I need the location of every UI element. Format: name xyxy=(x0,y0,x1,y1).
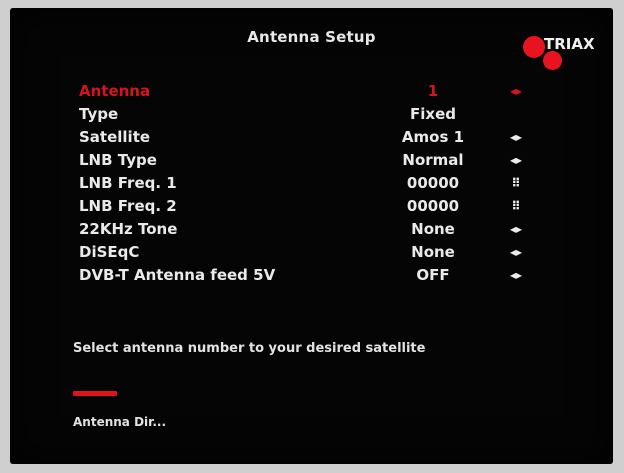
row-label: DiSEqC xyxy=(79,243,140,261)
left-right-arrows-icon[interactable]: ◂▸ xyxy=(506,245,526,259)
row-label: 22KHz Tone xyxy=(79,220,178,238)
brand-name: TRIAX xyxy=(544,35,595,53)
row-value: None xyxy=(411,220,455,238)
left-right-arrows-icon[interactable]: ◂▸ xyxy=(506,153,526,167)
menu-row-satellite[interactable]: Satellite Amos 1 ◂▸ xyxy=(10,128,613,150)
row-value: Amos 1 xyxy=(401,128,465,146)
row-label: DVB-T Antenna feed 5V xyxy=(79,266,276,284)
menu-row-dvbt-antenna-feed[interactable]: DVB-T Antenna feed 5V OFF ◂▸ xyxy=(10,266,613,288)
menu-row-diseqc[interactable]: DiSEqC None ◂▸ xyxy=(10,243,613,265)
menu-row-antenna[interactable]: Antenna 1 ◂▸ xyxy=(10,82,613,104)
logo-dot-icon xyxy=(543,51,562,70)
row-label: LNB Freq. 2 xyxy=(79,197,177,215)
row-value: 00000 xyxy=(406,174,460,192)
menu-row-type[interactable]: Type Fixed xyxy=(10,105,613,127)
row-value: 1 xyxy=(427,82,439,100)
logo-dot-icon xyxy=(523,36,545,58)
numeric-keypad-icon[interactable]: ⠿ xyxy=(506,176,526,190)
antenna-dir-button[interactable]: Antenna Dir... xyxy=(73,415,166,429)
tv-screen: Antenna Setup TRIAX Antenna 1 ◂▸ Type Fi… xyxy=(10,8,613,464)
help-hint: Select antenna number to your desired sa… xyxy=(73,341,426,356)
brand-logo: TRIAX xyxy=(518,24,608,84)
left-right-arrows-icon[interactable]: ◂▸ xyxy=(506,222,526,236)
left-right-arrows-icon[interactable]: ◂▸ xyxy=(506,130,526,144)
red-key-indicator xyxy=(73,391,117,396)
numeric-keypad-icon[interactable]: ⠿ xyxy=(506,199,526,213)
row-value: 00000 xyxy=(406,197,460,215)
row-value: Fixed xyxy=(410,105,456,123)
row-label: Type xyxy=(79,105,119,123)
menu-row-22khz-tone[interactable]: 22KHz Tone None ◂▸ xyxy=(10,220,613,242)
left-right-arrows-icon[interactable]: ◂▸ xyxy=(506,268,526,282)
menu-row-lnb-freq-1[interactable]: LNB Freq. 1 00000 ⠿ xyxy=(10,174,613,196)
row-label: Satellite xyxy=(79,128,151,146)
left-right-arrows-icon[interactable]: ◂▸ xyxy=(506,84,526,98)
row-value: None xyxy=(411,243,455,261)
row-label: LNB Freq. 1 xyxy=(79,174,177,192)
row-value: OFF xyxy=(416,266,450,284)
row-label: Antenna xyxy=(79,82,151,100)
row-value: Normal xyxy=(402,151,464,169)
row-label: LNB Type xyxy=(79,151,157,169)
menu-row-lnb-type[interactable]: LNB Type Normal ◂▸ xyxy=(10,151,613,173)
menu-row-lnb-freq-2[interactable]: LNB Freq. 2 00000 ⠿ xyxy=(10,197,613,219)
